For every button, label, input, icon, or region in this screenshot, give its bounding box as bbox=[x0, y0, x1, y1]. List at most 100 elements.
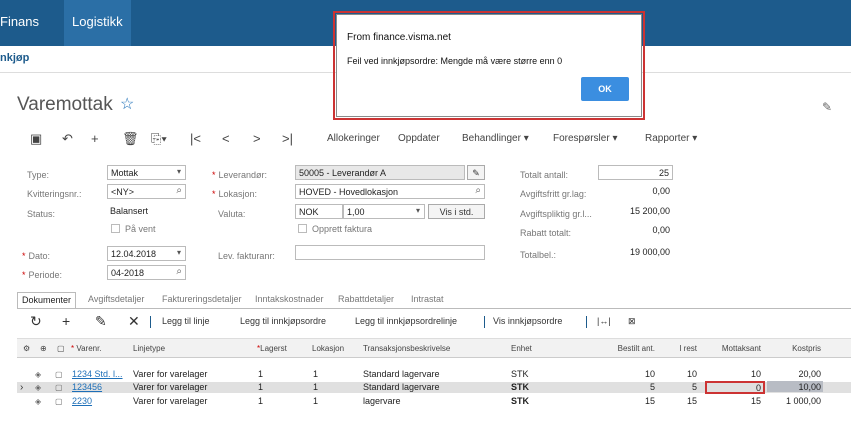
previous-record-icon[interactable]: < bbox=[222, 131, 230, 146]
column-header-lokasjon[interactable]: Lokasjon bbox=[312, 344, 344, 353]
valuta-code-field[interactable]: NOK bbox=[295, 204, 343, 219]
pa-vent-checkbox[interactable]: På vent bbox=[111, 224, 156, 234]
lokasjon-value: HOVED - Hovedlokasjon bbox=[299, 187, 399, 197]
table-row[interactable]: ◈ ▢ 2230 Varer for varelager 1 1 lagerva… bbox=[17, 396, 851, 407]
linjetype-cell[interactable]: Varer for varelager bbox=[133, 369, 207, 380]
tab-faktureringsdetaljer[interactable]: Faktureringsdetaljer bbox=[158, 292, 246, 308]
column-header-mottaksant[interactable]: Mottaksant bbox=[705, 344, 761, 353]
first-record-icon[interactable]: |< bbox=[190, 131, 201, 146]
i-rest-cell[interactable]: 10 bbox=[657, 369, 697, 380]
lokasjon-cell[interactable]: 1 bbox=[313, 382, 318, 393]
mottaksant-cell[interactable]: 15 bbox=[705, 396, 761, 407]
enhet-cell[interactable]: STK bbox=[511, 396, 529, 407]
enhet-cell[interactable]: STK bbox=[511, 382, 529, 393]
lev-fakturanr-field[interactable] bbox=[295, 245, 485, 260]
edit-icon[interactable]: ✎ bbox=[822, 100, 832, 114]
edit-row-icon[interactable]: ✎ bbox=[95, 313, 107, 330]
legg-til-innkjopsordrelinje-button[interactable]: Legg til innkjøpsordrelinje bbox=[355, 316, 457, 326]
leverandor-field[interactable]: 50005 - Leverandør A bbox=[295, 165, 465, 180]
delete-icon[interactable]: 🗑 bbox=[122, 131, 139, 147]
enhet-cell[interactable]: STK bbox=[511, 369, 529, 380]
kostpris-cell[interactable]: 1 000,00 bbox=[775, 396, 821, 407]
behandlinger-menu[interactable]: Behandlinger ▾ bbox=[462, 133, 529, 144]
add-row-icon[interactable]: + bbox=[62, 313, 70, 329]
note-icon[interactable]: ▢ bbox=[55, 396, 63, 407]
attachment-icon[interactable]: ◈ bbox=[35, 396, 41, 407]
legg-til-linje-button[interactable]: Legg til linje bbox=[162, 316, 210, 326]
mottaksant-cell[interactable]: 10 bbox=[705, 369, 761, 380]
tab-inntakskostnader[interactable]: Inntakskostnader bbox=[251, 292, 328, 308]
lagerst-cell[interactable]: 1 bbox=[258, 369, 263, 380]
lagerst-cell[interactable]: 1 bbox=[258, 396, 263, 407]
nav-tab-logistikk[interactable]: Logistikk bbox=[64, 0, 131, 46]
opprett-faktura-checkbox[interactable]: Opprett faktura bbox=[298, 224, 372, 234]
varenr-link[interactable]: 2230 bbox=[72, 396, 92, 407]
allokeringer-button[interactable]: Allokeringer bbox=[327, 133, 380, 144]
column-header-bestilt-ant[interactable]: Bestilt ant. bbox=[575, 344, 655, 353]
bestilt-ant-cell[interactable]: 5 bbox=[575, 382, 655, 393]
lokasjon-cell[interactable]: 1 bbox=[313, 369, 318, 380]
attachment-icon[interactable]: ◈ bbox=[35, 382, 41, 393]
column-header-enhet[interactable]: Enhet bbox=[511, 344, 532, 353]
i-rest-cell[interactable]: 5 bbox=[657, 382, 697, 393]
column-header-linjetype[interactable]: Linjetype bbox=[133, 344, 165, 353]
lokasjon-cell[interactable]: 1 bbox=[313, 396, 318, 407]
undo-icon[interactable]: ↶ bbox=[62, 131, 73, 147]
ok-button[interactable]: OK bbox=[581, 77, 629, 101]
export-excel-icon[interactable]: ⊠ bbox=[628, 316, 636, 327]
vis-i-std-button[interactable]: Vis i std. bbox=[428, 204, 485, 219]
legg-til-innkjopsordre-button[interactable]: Legg til innkjøpsordre bbox=[240, 316, 326, 326]
edit-leverandor-button[interactable]: ✎ bbox=[467, 165, 485, 180]
lokasjon-field[interactable]: HOVED - Hovedlokasjon ⌕ bbox=[295, 184, 485, 199]
favorite-star-icon[interactable]: ☆ bbox=[120, 94, 134, 114]
save-icon[interactable]: ▣ bbox=[30, 131, 42, 147]
tab-rabattdetaljer[interactable]: Rabattdetaljer bbox=[334, 292, 398, 308]
beskrivelse-cell[interactable]: lagervare bbox=[363, 396, 401, 407]
linjetype-cell[interactable]: Varer for varelager bbox=[133, 382, 207, 393]
tab-intrastat[interactable]: Intrastat bbox=[407, 292, 448, 308]
note-icon[interactable]: ▢ bbox=[55, 369, 63, 380]
copy-icon[interactable]: ⎘▾ bbox=[151, 131, 167, 147]
foresporsler-menu[interactable]: Forespørsler ▾ bbox=[553, 133, 618, 144]
varenr-link[interactable]: 123456 bbox=[72, 382, 102, 393]
column-header-transaksjonsbeskrivelse[interactable]: Transaksjonsbeskrivelse bbox=[363, 344, 450, 353]
i-rest-cell[interactable]: 15 bbox=[657, 396, 697, 407]
next-record-icon[interactable]: > bbox=[253, 131, 261, 146]
linjetype-cell[interactable]: Varer for varelager bbox=[133, 396, 207, 407]
kostpris-cell[interactable]: 10,00 bbox=[775, 382, 821, 393]
tab-dokumenter[interactable]: Dokumenter bbox=[17, 292, 77, 308]
bestilt-ant-cell[interactable]: 10 bbox=[575, 369, 655, 380]
kostpris-cell[interactable]: 20,00 bbox=[775, 369, 821, 380]
divider bbox=[17, 308, 851, 309]
mottaksant-cell[interactable]: 0 bbox=[705, 383, 761, 394]
varenr-link[interactable]: 1234 Std. l... bbox=[72, 369, 130, 380]
attachment-icon[interactable]: ◈ bbox=[35, 369, 41, 380]
periode-field[interactable]: 04-2018 ⌕ bbox=[107, 265, 186, 280]
note-icon[interactable]: ▢ bbox=[55, 382, 63, 393]
grid-settings-icon[interactable]: ⚙ bbox=[23, 344, 30, 353]
column-header-kostpris[interactable]: Kostpris bbox=[775, 344, 821, 353]
bestilt-ant-cell[interactable]: 15 bbox=[575, 396, 655, 407]
column-header-i-rest[interactable]: I rest bbox=[657, 344, 697, 353]
add-icon[interactable]: + bbox=[91, 131, 99, 146]
rapporter-menu[interactable]: Rapporter ▾ bbox=[645, 133, 697, 144]
vis-innkjopsordre-button[interactable]: Vis innkjøpsordre bbox=[493, 316, 562, 326]
last-record-icon[interactable]: >| bbox=[282, 131, 293, 146]
tab-avgiftsdetaljer[interactable]: Avgiftsdetaljer bbox=[84, 292, 148, 308]
refresh-icon[interactable]: ↻ bbox=[30, 313, 42, 330]
beskrivelse-cell[interactable]: Standard lagervare bbox=[363, 382, 440, 393]
column-header-varenr[interactable]: * Varenr. bbox=[71, 344, 102, 353]
fit-columns-icon[interactable]: |↔| bbox=[597, 316, 611, 326]
column-header-lagerst[interactable]: *Lagerst bbox=[257, 344, 287, 353]
breadcrumb[interactable]: nkjøp bbox=[0, 52, 29, 64]
lagerst-cell[interactable]: 1 bbox=[258, 382, 263, 393]
dato-field[interactable]: 12.04.2018 ▾ bbox=[107, 246, 186, 261]
oppdater-button[interactable]: Oppdater bbox=[398, 133, 440, 144]
table-row[interactable]: ◈ ▢ 1234 Std. l... Varer for varelager 1… bbox=[17, 369, 851, 380]
beskrivelse-cell[interactable]: Standard lagervare bbox=[363, 369, 440, 380]
nav-tab-finans[interactable]: Finans bbox=[0, 14, 39, 29]
type-select[interactable]: Mottak ▾ bbox=[107, 165, 186, 180]
kvittering-field[interactable]: <NY> ⌕ bbox=[107, 184, 186, 199]
valuta-rate-select[interactable]: 1,00 ▾ bbox=[343, 204, 425, 219]
delete-row-icon[interactable]: ✕ bbox=[128, 313, 140, 330]
